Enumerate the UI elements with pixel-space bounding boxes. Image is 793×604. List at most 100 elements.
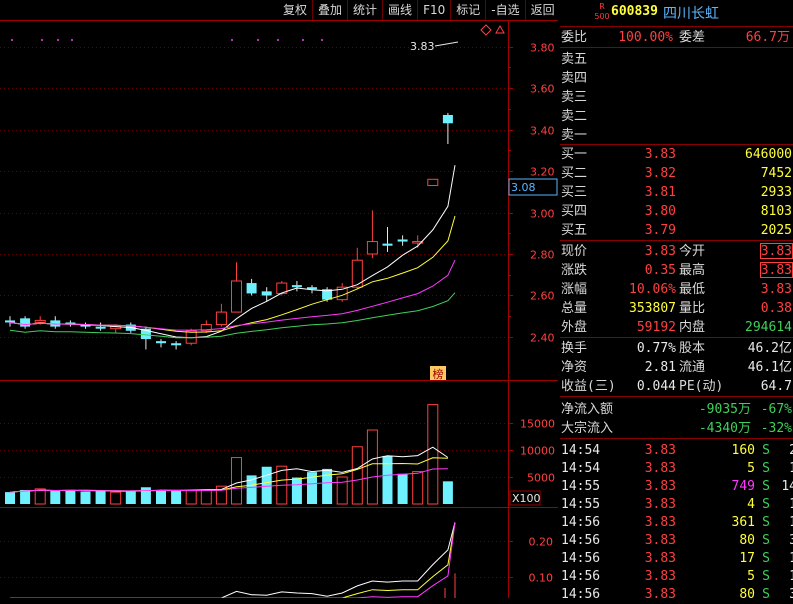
stock-code: 600839 [611, 4, 658, 19]
quote-label: 量比 [679, 301, 706, 316]
high-price-box [760, 262, 793, 278]
candle-body [5, 320, 15, 323]
current-price-label: 3.08 [511, 181, 536, 194]
toolbar-button-1[interactable]: 叠加 [312, 0, 347, 20]
trade-tick-row: 14:54 3.83 160 S 2 [560, 441, 793, 460]
volume-bar [336, 476, 348, 505]
tick-time: 14:54 [561, 461, 601, 476]
stats-value: 46.1亿 [747, 360, 792, 375]
quote-row-1: 涨跌 0.35 最高 3.83 [560, 261, 793, 280]
divider [560, 396, 793, 397]
volume-bar [366, 429, 378, 505]
sell-level-label: 卖四 [561, 71, 588, 86]
tick-count: 1 [789, 495, 793, 514]
candle-body [34, 319, 46, 323]
candle-body [171, 343, 182, 346]
toolbar-button-3[interactable]: 画线 [382, 0, 417, 20]
volume-bar [50, 491, 61, 504]
volume-bar [442, 481, 453, 504]
divider [560, 337, 793, 338]
price-tick-label: 3.40 [530, 125, 555, 138]
buy-level-label: 买五 [561, 223, 588, 238]
candle-body [397, 239, 408, 242]
quote-value: 0.38 [760, 301, 792, 316]
flow-row-0: 净流入额 -9035万 -67% [560, 400, 793, 419]
buy-level-volume: 2025 [760, 223, 792, 238]
event-dot [231, 39, 233, 41]
tick-price: 3.83 [644, 587, 676, 602]
toolbar-button-4[interactable]: F10 [417, 0, 450, 20]
volume-bar [412, 471, 424, 505]
candle-body [20, 318, 31, 327]
quote-value: 353807 [629, 301, 676, 316]
tick-volume: 4 [747, 497, 755, 512]
event-dot [57, 39, 59, 41]
trade-tick-row: 14:56 3.83 17 S 1 [560, 549, 793, 568]
tick-volume: 361 [731, 515, 755, 530]
toolbar-button-5[interactable]: 标记 [450, 0, 485, 20]
open-price-box [760, 243, 793, 259]
tick-count: 14 [781, 479, 793, 494]
tick-price: 3.83 [644, 461, 676, 476]
tick-time: 14:56 [561, 533, 601, 548]
event-dot [302, 39, 304, 41]
trade-tick-row: 14:56 3.83 80 S 3 [560, 585, 793, 604]
price-tick-label: 3.80 [530, 42, 555, 55]
buy-level-volume: 7452 [760, 166, 792, 181]
tick-count: 1 [789, 549, 793, 568]
volume-bar [397, 473, 408, 504]
volume-bar [140, 487, 151, 504]
price-tick-label: 3.20 [530, 166, 555, 179]
stats-label: 股本 [679, 341, 706, 356]
toolbar-button-2[interactable]: 统计 [347, 0, 382, 20]
event-dot [71, 39, 73, 41]
quote-label: 最高 [679, 263, 706, 278]
risk-badge: R 500 [594, 2, 610, 21]
tick-side: S [762, 551, 770, 566]
tick-price: 3.83 [644, 569, 676, 584]
trade-tick-row: 14:55 3.83 749 S 14 [560, 477, 793, 496]
volume-bar [322, 468, 333, 504]
quote-value: 3.83 [644, 244, 676, 259]
quote-row-0: 现价 3.83 今开 3.83 [560, 242, 793, 261]
buy-level-2: 买三 3.81 2933 [560, 183, 793, 202]
event-dot [277, 39, 279, 41]
flow-row-1: 大宗流入 -4340万 -32% [560, 419, 793, 438]
candle-body [442, 114, 453, 124]
toolbar-button-7[interactable]: 返回 [524, 0, 560, 20]
quote-value: 10.06% [629, 282, 676, 297]
kline-chart[interactable]: 3.80 3.60 3.40 3.20 3.00 2.80 2.60 2.40 3.08 3.83… [0, 0, 558, 598]
stats-row-0: 换手 0.77% 股本 46.2亿 [560, 339, 793, 358]
volume-bar [231, 457, 242, 505]
tick-volume: 17 [739, 551, 755, 566]
trade-tick-row: 14:56 3.83 5S 1 [560, 567, 793, 586]
tick-volume: 160 [731, 443, 755, 458]
candle-body [246, 283, 257, 294]
candle-body [382, 243, 393, 246]
tick-time: 14:56 [561, 569, 601, 584]
quote-label: 涨跌 [561, 263, 588, 278]
quote-value: 294614 [745, 320, 792, 335]
volume-bar [5, 492, 15, 504]
tick-count: 3 [789, 585, 793, 604]
tick-side: S [762, 569, 770, 584]
indicator-tick-label: 0.20 [529, 536, 554, 549]
volume-bar [95, 491, 106, 504]
tick-count: 2 [789, 441, 793, 460]
tick-side: S [762, 587, 770, 602]
weibi-label: 委比 [561, 30, 588, 45]
buy-level-label: 买四 [561, 204, 588, 219]
buy-level-label: 买一 [561, 147, 588, 162]
triangle-icon [495, 24, 505, 34]
toolbar-button-0[interactable]: 复权 [278, 0, 312, 20]
tick-time: 14:55 [561, 497, 601, 512]
candle-body [427, 178, 439, 187]
tick-time: 14:56 [561, 587, 601, 602]
price-tick-label: 2.80 [530, 249, 555, 262]
candle-body [95, 326, 106, 329]
volume-unit-label: X100 [512, 492, 541, 505]
volume-bar [125, 491, 136, 504]
volume-bar [34, 488, 46, 505]
toolbar-button-6[interactable]: -自选 [485, 0, 524, 20]
sell-level-label: 卖五 [561, 52, 588, 67]
